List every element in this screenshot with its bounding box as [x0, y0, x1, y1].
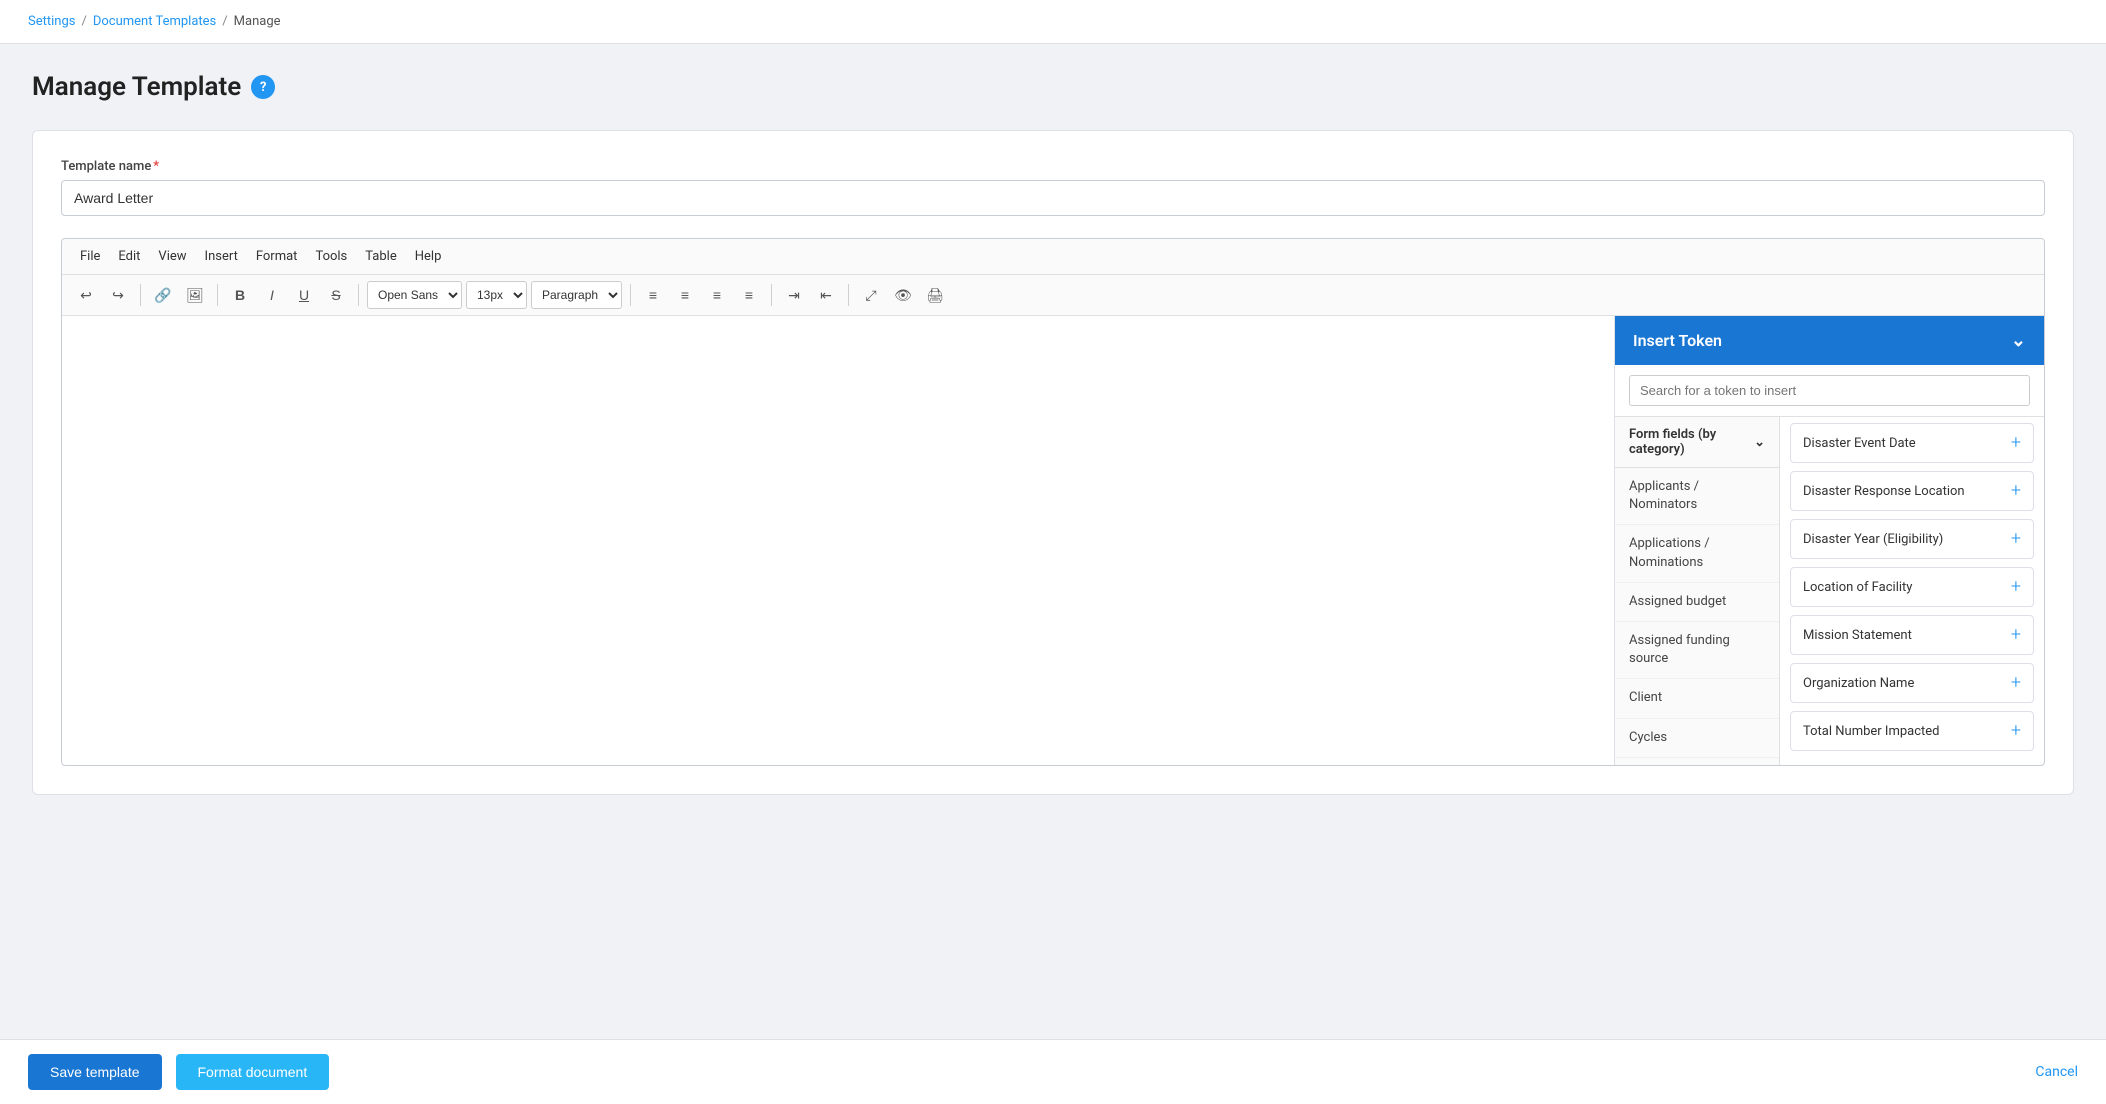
token-fields: Disaster Event Date + Disaster Response …: [1780, 417, 2044, 765]
menu-view[interactable]: View: [150, 245, 194, 268]
token-category-applicants[interactable]: Applicants / Nominators: [1615, 468, 1779, 525]
token-field-disaster-year[interactable]: Disaster Year (Eligibility) +: [1790, 519, 2034, 559]
insert-token-header: Insert Token ⌄: [1615, 316, 2044, 365]
editor-body-area: Insert Token ⌄ Form field: [62, 316, 2044, 765]
format-document-button[interactable]: Format document: [176, 1054, 330, 1090]
token-field-label-disaster-response-location: Disaster Response Location: [1803, 484, 1965, 499]
toolbar-undo[interactable]: ↩: [72, 281, 100, 309]
save-template-button[interactable]: Save template: [28, 1054, 162, 1090]
breadcrumb-sep-2: /: [222, 14, 227, 29]
toolbar-font-family[interactable]: Open Sans: [367, 281, 462, 309]
menu-table[interactable]: Table: [357, 245, 404, 268]
menu-edit[interactable]: Edit: [110, 245, 148, 268]
breadcrumb-settings[interactable]: Settings: [28, 14, 75, 29]
bottom-bar: Save template Format document Cancel: [0, 1039, 2106, 1104]
toolbar-divider-5: [771, 284, 772, 306]
token-add-btn-disaster-response-location[interactable]: +: [2011, 482, 2021, 500]
token-field-label-organization-name: Organization Name: [1803, 676, 1914, 691]
insert-token-chevron[interactable]: ⌄: [2011, 330, 2026, 351]
token-category-client[interactable]: Client: [1615, 679, 1779, 718]
token-field-label-total-number-impacted: Total Number Impacted: [1803, 724, 1940, 739]
token-category-header: Form fields (by category) ⌄: [1615, 417, 1779, 468]
toolbar-underline[interactable]: U: [290, 281, 318, 309]
token-field-mission-statement[interactable]: Mission Statement +: [1790, 615, 2034, 655]
toolbar-align-center[interactable]: ≡: [671, 281, 699, 309]
toolbar-divider-3: [358, 284, 359, 306]
menu-file[interactable]: File: [72, 245, 108, 268]
toolbar-link[interactable]: 🔗: [149, 281, 177, 309]
breadcrumb-manage: Manage: [234, 14, 281, 29]
token-field-total-number-impacted[interactable]: Total Number Impacted +: [1790, 711, 2034, 751]
token-add-btn-disaster-event-date[interactable]: +: [2011, 434, 2021, 452]
token-field-label-mission-statement: Mission Statement: [1803, 628, 1912, 643]
menu-help[interactable]: Help: [407, 245, 450, 268]
toolbar-strikethrough[interactable]: S: [322, 281, 350, 309]
token-add-btn-disaster-year[interactable]: +: [2011, 530, 2021, 548]
token-category-header-label: Form fields (by category): [1629, 427, 1754, 457]
editor-toolbar: ↩ ↪ 🔗 🖼 B I U S Open Sans 13px: [62, 275, 2044, 316]
toolbar-redo[interactable]: ↪: [104, 281, 132, 309]
token-add-btn-organization-name[interactable]: +: [2011, 674, 2021, 692]
token-categories: Form fields (by category) ⌄ Applicants /…: [1615, 417, 1780, 765]
page-wrapper: Settings / Document Templates / Manage M…: [0, 0, 2106, 1104]
menu-insert[interactable]: Insert: [197, 245, 246, 268]
editor-menubar: File Edit View Insert Format Tools Table…: [62, 239, 2044, 275]
token-add-btn-mission-statement[interactable]: +: [2011, 626, 2021, 644]
template-name-input[interactable]: [61, 180, 2045, 216]
main-content: Manage Template ? Template name* File Ed…: [0, 44, 2106, 1069]
breadcrumb-sep-1: /: [81, 14, 86, 29]
token-add-btn-total-number-impacted[interactable]: +: [2011, 722, 2021, 740]
toolbar-divider-4: [630, 284, 631, 306]
token-body: Form fields (by category) ⌄ Applicants /…: [1615, 417, 2044, 765]
toolbar-indent[interactable]: ⇥: [780, 281, 808, 309]
menu-format[interactable]: Format: [248, 245, 306, 268]
cancel-link[interactable]: Cancel: [2035, 1064, 2078, 1080]
token-field-disaster-event-date[interactable]: Disaster Event Date +: [1790, 423, 2034, 463]
token-field-disaster-response-location[interactable]: Disaster Response Location +: [1790, 471, 2034, 511]
toolbar-align-right[interactable]: ≡: [703, 281, 731, 309]
page-title: Manage Template: [32, 72, 241, 102]
insert-token-panel: Insert Token ⌄ Form field: [1614, 316, 2044, 765]
token-search-input[interactable]: [1629, 375, 2030, 406]
template-name-label: Template name*: [61, 159, 2045, 174]
insert-token-title: Insert Token: [1633, 331, 1722, 350]
toolbar-divider-1: [140, 284, 141, 306]
template-card: Template name* File Edit View Insert For…: [32, 130, 2074, 795]
toolbar-divider-6: [848, 284, 849, 306]
token-field-organization-name[interactable]: Organization Name +: [1790, 663, 2034, 703]
page-header: Manage Template ?: [32, 72, 2074, 102]
template-name-field: Template name*: [61, 159, 2045, 216]
editor-writing-area[interactable]: [62, 316, 1614, 765]
token-field-label-disaster-year: Disaster Year (Eligibility): [1803, 532, 1943, 547]
token-add-btn-location-of-facility[interactable]: +: [2011, 578, 2021, 596]
toolbar-paragraph-style[interactable]: Paragraph: [531, 281, 622, 309]
breadcrumb: Settings / Document Templates / Manage: [0, 0, 2106, 44]
token-category-cycles[interactable]: Cycles: [1615, 719, 1779, 758]
token-category-budget[interactable]: Assigned budget: [1615, 583, 1779, 622]
toolbar-fullscreen[interactable]: ⤢: [857, 281, 885, 309]
required-star: *: [153, 159, 159, 174]
toolbar-align-justify[interactable]: ≡: [735, 281, 763, 309]
token-field-label-disaster-event-date: Disaster Event Date: [1803, 436, 1916, 451]
toolbar-preview[interactable]: 👁: [889, 281, 917, 309]
token-category-funding[interactable]: Assigned funding source: [1615, 622, 1779, 679]
token-field-location-of-facility[interactable]: Location of Facility +: [1790, 567, 2034, 607]
toolbar-print[interactable]: 🖨: [921, 281, 949, 309]
breadcrumb-document-templates[interactable]: Document Templates: [93, 14, 216, 29]
token-field-label-location-of-facility: Location of Facility: [1803, 580, 1912, 595]
toolbar-image[interactable]: 🖼: [181, 281, 209, 309]
toolbar-font-size[interactable]: 13px: [466, 281, 527, 309]
token-category-collapse-icon[interactable]: ⌄: [1754, 435, 1765, 450]
toolbar-outdent[interactable]: ⇤: [812, 281, 840, 309]
toolbar-bold[interactable]: B: [226, 281, 254, 309]
menu-tools[interactable]: Tools: [307, 245, 355, 268]
toolbar-align-left[interactable]: ≡: [639, 281, 667, 309]
help-icon[interactable]: ?: [251, 75, 275, 99]
editor-container: File Edit View Insert Format Tools Table…: [61, 238, 2045, 766]
toolbar-divider-2: [217, 284, 218, 306]
token-search-container: [1615, 365, 2044, 417]
token-category-applications[interactable]: Applications / Nominations: [1615, 525, 1779, 582]
toolbar-italic[interactable]: I: [258, 281, 286, 309]
